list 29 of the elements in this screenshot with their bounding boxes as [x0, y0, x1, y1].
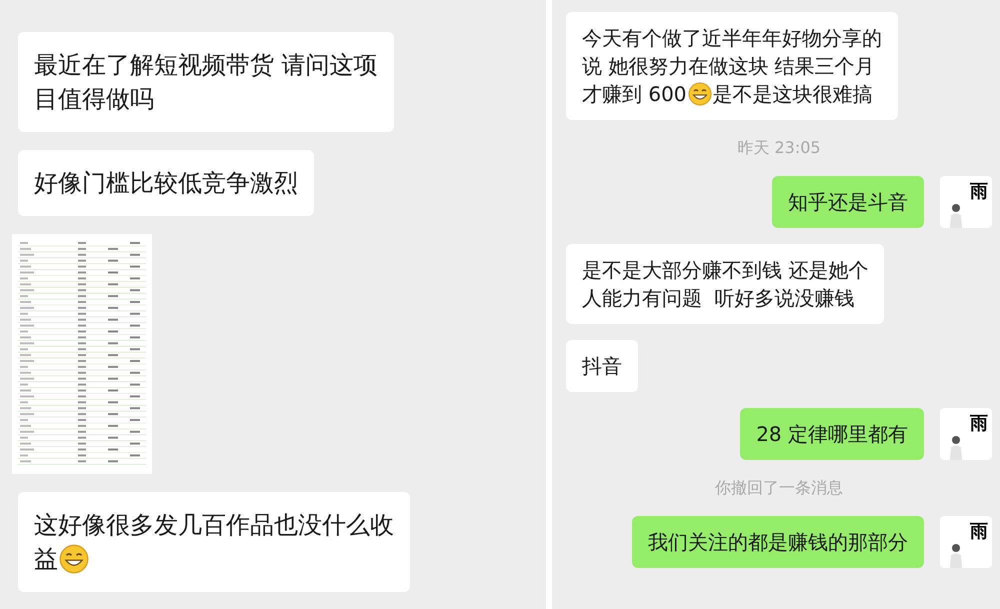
avatar-text: 雨: [970, 520, 988, 544]
timestamp: 昨天 23:05: [737, 137, 821, 159]
message-text: 益: [34, 544, 58, 575]
message-text: 是不是大部分赚不到钱 还是她个: [582, 257, 868, 284]
message-text: 人能力有问题 听好多说没赚钱: [582, 285, 855, 312]
message-text: 抖音: [582, 353, 622, 380]
avatar[interactable]: 雨: [940, 408, 992, 460]
message-text: 说 她很努力在做这块 结果三个月: [582, 53, 875, 80]
message-text: 我们关注的都是赚钱的那部分: [648, 529, 908, 556]
emoji-icon: [59, 544, 89, 574]
avatar-text: 雨: [970, 180, 988, 204]
message-text: 这好像很多发几百作品也没什么收: [34, 510, 394, 541]
person-silhouette-icon: [948, 542, 964, 568]
message-text: 好像门槛比较低竞争激烈: [34, 168, 298, 199]
message-text: 最近在了解短视频带货 请问这项: [34, 50, 378, 81]
message-text: 是不是这块很难搞: [712, 81, 873, 108]
message-text: 知乎还是斗音: [788, 189, 908, 216]
avatar-text: 雨: [970, 412, 988, 436]
message-text: 目值得做吗: [34, 84, 154, 115]
message-text: 今天有个做了近半年年好物分享的: [582, 25, 882, 52]
person-silhouette-icon: [948, 434, 964, 460]
recall-notice: 你撤回了一条消息: [715, 477, 843, 499]
spreadsheet-thumbnail[interactable]: [12, 234, 152, 474]
message-text: 28 定律哪里都有: [756, 421, 908, 448]
avatar[interactable]: 雨: [940, 176, 992, 228]
message-text: 才赚到 600: [582, 81, 687, 108]
emoji-icon: [688, 82, 712, 106]
person-silhouette-icon: [948, 202, 964, 228]
avatar[interactable]: 雨: [940, 516, 992, 568]
